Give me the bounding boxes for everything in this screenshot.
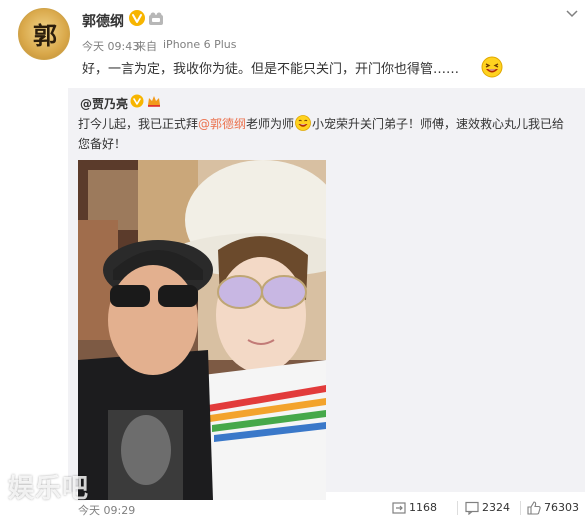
avatar[interactable]: 郭	[18, 8, 70, 60]
repost-count: 1168	[409, 501, 437, 514]
repost-text-mid: 老师为师	[246, 117, 295, 131]
member-crown-icon[interactable]	[147, 95, 161, 107]
post-text: 好，一言为定，我收你为徒。但是不能只关门，开门你也得管……	[82, 62, 460, 77]
vip-badge-icon[interactable]	[128, 9, 146, 27]
comment-count: 2324	[482, 501, 510, 514]
author-name[interactable]: 郭德纲	[82, 11, 124, 31]
post-source[interactable]: iPhone 6 Plus	[163, 38, 237, 51]
repost-button[interactable]: 1168	[392, 500, 452, 516]
repost-text-line1: 打今儿起，我已正式拜@郭德纲老师为师 小宠荣升关门弟子！师傅，速效救心丸儿我已给	[78, 115, 564, 133]
repost-text-line2: 您备好！	[78, 137, 127, 151]
comment-icon	[465, 501, 479, 515]
comment-button[interactable]: 2324	[465, 500, 525, 516]
repost-icon	[392, 502, 406, 514]
watermark: 娱乐吧	[8, 474, 90, 504]
like-icon	[527, 501, 541, 515]
repost-photo[interactable]	[78, 160, 326, 500]
avatar-text: 郭	[33, 21, 57, 50]
source-label: 来自	[135, 40, 157, 53]
chevron-down-icon[interactable]	[566, 10, 578, 18]
post-time[interactable]: 今天 09:43	[82, 38, 139, 54]
divider	[457, 501, 458, 515]
repost-text-suffix: 小宠荣升关门弟子！师傅，速效救心丸儿我已给	[312, 117, 565, 131]
mention-link[interactable]: @郭德纲	[198, 117, 246, 131]
smile-emoji-icon	[295, 115, 311, 131]
vip-badge-icon[interactable]	[130, 94, 144, 108]
like-button[interactable]: 76303	[527, 500, 585, 516]
repost-username[interactable]: @贾乃亮	[80, 95, 128, 112]
divider	[520, 501, 521, 515]
avatar-logo-icon: 郭	[33, 21, 57, 50]
laugh-emoji-icon	[481, 56, 503, 78]
member-icon[interactable]	[148, 12, 164, 26]
repost-text-prefix: 打今儿起，我已正式拜	[78, 117, 199, 131]
like-count: 76303	[544, 501, 579, 514]
